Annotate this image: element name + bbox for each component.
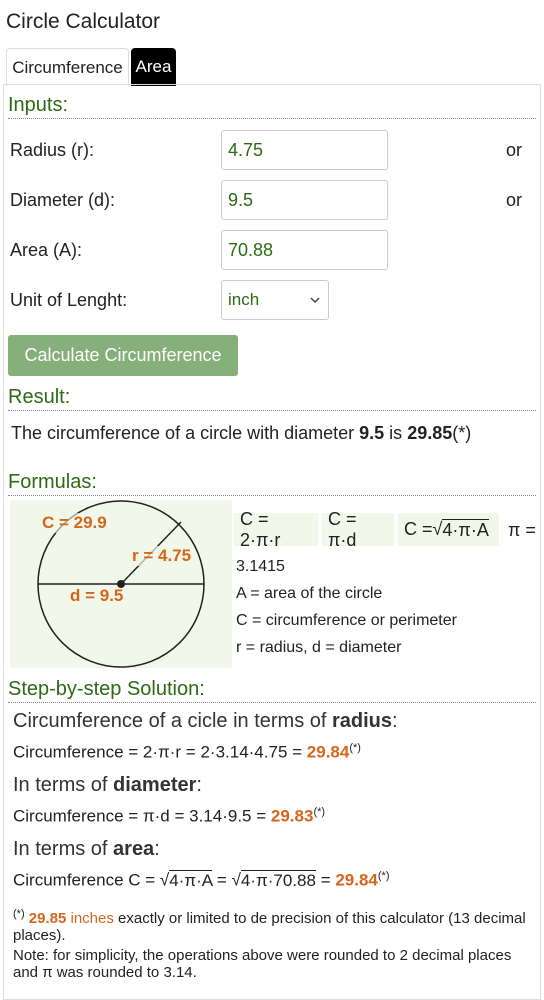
rounding-note: Note: for simplicity, the operations abo… bbox=[13, 947, 512, 981]
precision-note-unit: inches bbox=[70, 910, 114, 927]
result-value: 29.85 bbox=[407, 423, 453, 443]
formula-chip-radius: C = 2·π·r bbox=[234, 509, 318, 550]
diameter-label: Diameter (d): bbox=[10, 190, 116, 210]
radius-input[interactable] bbox=[221, 130, 388, 170]
solution-diameter-formula: Circumference = π·d = 3.14·9.5 = bbox=[13, 806, 271, 826]
sqrt-symbol: √ bbox=[231, 870, 241, 890]
solution-area-mark: (*) bbox=[377, 870, 390, 882]
diagram-d-label: d = 9.5 bbox=[70, 586, 124, 605]
circle-diagram: C = 29.9 r = 4.75 d = 9.5 bbox=[10, 500, 232, 668]
unit-label: Unit of Lenght: bbox=[10, 290, 128, 310]
solution-diameter-heading-bold: diameter bbox=[113, 774, 197, 796]
solution-area-body-1: 4·π·A bbox=[169, 869, 213, 890]
solution-radius-mark: (*) bbox=[349, 742, 361, 754]
solution-area-result: 29.84 bbox=[335, 870, 378, 890]
or-label-1: or bbox=[506, 140, 523, 160]
solution-diameter-heading: In terms of diameter: bbox=[13, 774, 202, 797]
formula-chip-diameter: C = π·d bbox=[322, 509, 394, 550]
solution-radius-formula: Circumference = 2·π·r = 2·3.14·4.75 = bbox=[13, 742, 307, 762]
result-diameter: 9.5 bbox=[359, 423, 385, 443]
solution-radius-heading-bold: radius bbox=[332, 710, 393, 732]
diagram-c-label: C = 29.9 bbox=[42, 513, 107, 533]
solution-diameter-result: 29.83 bbox=[270, 806, 314, 826]
solution-diameter-heading-suffix: : bbox=[196, 774, 202, 796]
formula-desc-radius-diameter: r = radius, d = diameter bbox=[236, 639, 402, 656]
unit-select-value: inch bbox=[228, 290, 260, 309]
result-mark: (*) bbox=[452, 423, 472, 443]
app-title: Circle Calculator bbox=[6, 10, 161, 33]
diagram-r-label: r = 4.75 bbox=[132, 546, 192, 566]
result-heading: Result: bbox=[8, 386, 536, 411]
result-prefix: The circumference of a circle with diame… bbox=[11, 423, 360, 443]
tab-area[interactable]: Area bbox=[131, 48, 176, 86]
unit-select[interactable]: inch bbox=[221, 280, 329, 320]
solution-heading: Step-by-step Solution: bbox=[8, 678, 536, 703]
precision-note: (*) 29.85 inches exactly or limited to d… bbox=[13, 906, 533, 944]
solution-diameter-heading-prefix: In terms of bbox=[13, 774, 114, 796]
formula-chip-area: C = √ 4·π·A bbox=[398, 513, 499, 546]
formula-area-body: 4·π·A bbox=[442, 518, 489, 540]
sqrt-symbol: √ bbox=[432, 519, 443, 539]
diameter-input[interactable] bbox=[221, 180, 388, 220]
solution-area-line: Circumference C = √4·π·A = √4·π·70.88 = … bbox=[13, 869, 390, 891]
formula-desc-area: A = area of the circle bbox=[236, 585, 383, 602]
solution-diameter-mark: (*) bbox=[313, 806, 326, 818]
solution-area-heading-bold: area bbox=[113, 838, 155, 860]
solution-area-eq-2: = bbox=[315, 870, 336, 890]
pi-label: π = bbox=[508, 520, 536, 540]
solution-area-body-2: 4·π·70.88 bbox=[240, 869, 316, 890]
solution-area-heading-suffix: : bbox=[154, 838, 160, 860]
chevron-down-icon bbox=[310, 296, 320, 303]
result-text: The circumference of a circle with diame… bbox=[11, 423, 471, 444]
pi-value: 3.1415 bbox=[236, 558, 285, 575]
solution-radius-result: 29.84 bbox=[306, 742, 350, 762]
calculate-circumference-button[interactable]: Calculate Circumference bbox=[8, 335, 238, 376]
formula-desc-circumference: C = circumference or perimeter bbox=[236, 612, 457, 629]
tab-circumference[interactable]: Circumference bbox=[6, 48, 129, 86]
radius-label: Radius (r): bbox=[10, 140, 95, 160]
result-mid: is bbox=[384, 423, 408, 443]
solution-radius-heading-suffix: : bbox=[392, 710, 398, 732]
precision-note-mark: (*) bbox=[13, 908, 25, 920]
precision-note-value: 29.85 bbox=[28, 910, 67, 927]
inputs-heading: Inputs: bbox=[8, 94, 536, 119]
or-label-2: or bbox=[506, 190, 523, 210]
solution-radius-heading-prefix: Circumference of a cicle in terms of bbox=[13, 710, 332, 732]
area-label: Area (A): bbox=[10, 240, 83, 260]
area-input[interactable] bbox=[221, 230, 388, 270]
sqrt-symbol: √ bbox=[159, 870, 170, 890]
solution-radius-line: Circumference = 2·π·r = 2·3.14·4.75 = 29… bbox=[13, 742, 361, 763]
formulas-heading: Formulas: bbox=[8, 471, 536, 496]
solution-area-heading-prefix: In terms of bbox=[13, 838, 114, 860]
solution-radius-heading: Circumference of a cicle in terms of rad… bbox=[13, 710, 398, 733]
solution-area-eq: = bbox=[212, 870, 232, 890]
solution-area-heading: In terms of area: bbox=[13, 838, 160, 861]
solution-diameter-line: Circumference = π·d = 3.14·9.5 = 29.83(*… bbox=[13, 806, 325, 827]
formula-area-prefix: C = bbox=[404, 519, 433, 539]
solution-area-prefix: Circumference C = bbox=[13, 870, 160, 890]
